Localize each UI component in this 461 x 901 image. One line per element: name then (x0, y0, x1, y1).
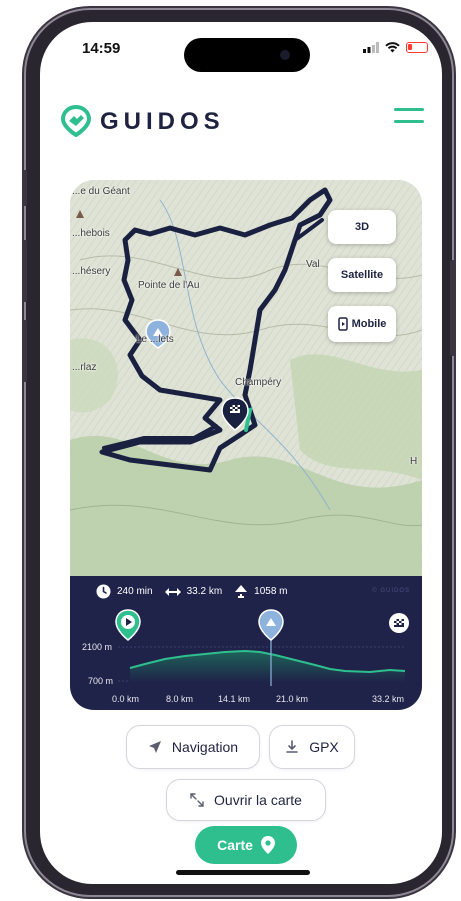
navigation-button[interactable]: Navigation (126, 725, 260, 769)
expand-icon (190, 793, 204, 807)
phone-volume-down (22, 320, 27, 382)
battery-icon (406, 42, 428, 53)
map-3d-button[interactable]: 3D (328, 210, 396, 244)
elevation-axis-label: 2100 m (82, 642, 113, 652)
status-icons (363, 42, 428, 53)
profile-finish-marker-icon (389, 613, 409, 633)
phone-volume-up (22, 240, 27, 302)
navigation-label: Navigation (171, 739, 239, 755)
map-place-label: ...hebois (72, 228, 110, 239)
map-place-label: Champéry (235, 377, 282, 388)
status-time: 14:59 (82, 40, 121, 57)
hamburger-menu-icon[interactable] (394, 108, 424, 130)
map-satellite-label: Satellite (340, 269, 384, 281)
guidos-logo-icon (60, 105, 92, 137)
open-map-label: Ouvrir la carte (214, 792, 302, 808)
app-header: GUIDOS (40, 102, 442, 152)
distance-axis-label: 33.2 km (372, 694, 405, 704)
dynamic-island (184, 38, 310, 72)
distance-axis-label: 8.0 km (166, 694, 194, 704)
elevation-profile-panel: 240 min 33.2 km 1058 m © GUIDOS 2100 m 7… (70, 576, 422, 710)
mobile-phone-icon (337, 317, 348, 331)
distance-axis-label: 0.0 km (112, 694, 140, 704)
gpx-label: GPX (309, 739, 339, 755)
phone-side-button (22, 170, 27, 206)
elevation-axis-label: 700 m (88, 676, 114, 686)
location-pin-icon (260, 836, 275, 854)
map-place-label: ...rlaz (72, 362, 97, 373)
carte-button[interactable]: Carte (195, 826, 297, 864)
carte-label: Carte (217, 837, 253, 853)
map-satellite-button[interactable]: Satellite (328, 258, 396, 292)
map-card: ...e du Géant ...hebois ...hésery Pointe… (70, 180, 422, 710)
profile-start-marker-icon (115, 609, 141, 641)
phone-power-button (450, 260, 455, 356)
navigation-arrow-icon (148, 741, 161, 753)
distance-axis-label: 21.0 km (276, 694, 309, 704)
phone-screen: 14:59 GUIDOS ...e du Géant ...hebois ...… (40, 22, 442, 884)
map-3d-label: 3D (354, 221, 370, 233)
elevation-chart[interactable] (70, 576, 422, 710)
map-place-label: Pointe de l'Au (138, 280, 200, 291)
distance-axis-label: 14.1 km (218, 694, 251, 704)
map-place-label: H (410, 456, 418, 467)
map-mobile-button[interactable]: Mobile (328, 306, 396, 342)
gpx-download-button[interactable]: GPX (269, 725, 355, 769)
status-bar: 14:59 (40, 22, 442, 72)
map-place-label: Val (306, 259, 320, 270)
home-indicator[interactable] (176, 870, 310, 875)
download-icon (286, 740, 299, 753)
brand-name: GUIDOS (100, 108, 225, 135)
signal-icon (363, 42, 379, 53)
map-view[interactable]: ...e du Géant ...hebois ...hésery Pointe… (70, 180, 422, 576)
map-place-label: ...e du Géant (72, 186, 130, 197)
profile-position-marker-icon (258, 609, 284, 641)
open-map-button[interactable]: Ouvrir la carte (166, 779, 326, 821)
map-mobile-label: Mobile (351, 318, 387, 330)
map-place-label: ...hésery (72, 266, 111, 277)
wifi-icon (385, 42, 400, 53)
map-place-label: Le ...lets (136, 334, 174, 345)
